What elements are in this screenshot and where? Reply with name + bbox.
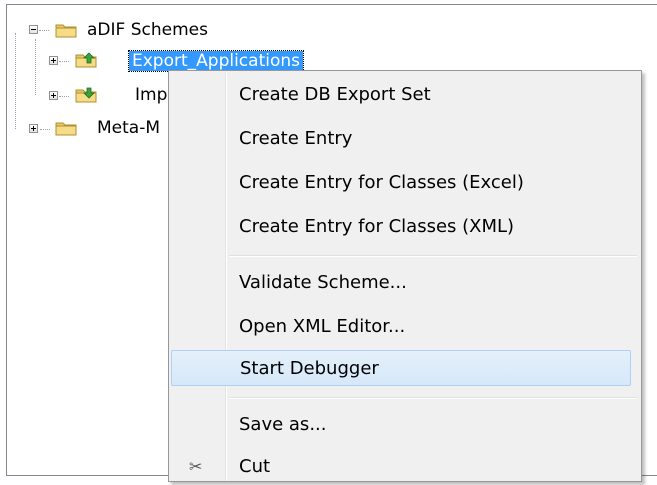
cut-icon: ✂ xyxy=(189,457,203,476)
tree-connector xyxy=(59,96,69,97)
tree-item-adif-schemes[interactable]: aDIF Schemes xyxy=(87,20,208,40)
folder-icon xyxy=(55,122,77,136)
menu-item-open-xml-editor[interactable]: Open XML Editor... xyxy=(171,309,639,345)
tree-connector xyxy=(40,129,50,130)
menu-item-start-debugger[interactable]: Start Debugger xyxy=(171,350,631,386)
menu-separator xyxy=(229,255,637,257)
menu-item-label: Create Entry for Classes (XML) xyxy=(239,216,515,237)
menu-item-validate-scheme[interactable]: Validate Scheme... xyxy=(171,265,639,301)
tree-expand-toggle[interactable] xyxy=(29,124,38,133)
menu-item-create-entry[interactable]: Create Entry xyxy=(171,121,639,157)
menu-item-create-entry-xml[interactable]: Create Entry for Classes (XML) xyxy=(171,209,639,245)
menu-item-create-db-export-set[interactable]: Create DB Export Set xyxy=(171,77,639,113)
folder-icon xyxy=(55,24,77,38)
tree-collapse-toggle[interactable] xyxy=(29,25,38,34)
import-folder-icon xyxy=(75,87,97,103)
tree-connector xyxy=(35,39,36,95)
menu-item-create-entry-excel[interactable]: Create Entry for Classes (Excel) xyxy=(171,165,639,201)
menu-item-label: Save as... xyxy=(239,414,327,435)
tree-connector xyxy=(39,30,49,31)
tree-expand-toggle[interactable] xyxy=(49,91,58,100)
menu-item-label: Create Entry for Classes (Excel) xyxy=(239,172,524,193)
tree-connector xyxy=(15,33,16,129)
menu-item-save-as[interactable]: Save as... xyxy=(171,407,639,443)
menu-item-cut[interactable]: ✂ Cut xyxy=(171,449,639,485)
menu-item-label: Validate Scheme... xyxy=(239,272,407,293)
tree-connector xyxy=(59,61,69,62)
menu-item-label: Create DB Export Set xyxy=(239,84,431,105)
menu-item-label: Cut xyxy=(239,456,271,477)
menu-item-label: Create Entry xyxy=(239,128,353,149)
context-menu: Create DB Export Set Create Entry Create… xyxy=(168,70,642,482)
tree-item-import[interactable]: Imp xyxy=(135,85,167,105)
tree-expand-toggle[interactable] xyxy=(49,56,58,65)
tree-item-meta-model[interactable]: Meta-M xyxy=(97,118,160,138)
menu-separator xyxy=(229,397,637,399)
menu-item-label: Open XML Editor... xyxy=(239,316,406,337)
menu-item-label: Start Debugger xyxy=(240,358,379,379)
tree-item-export-applications[interactable]: Export_Applications xyxy=(128,50,304,72)
export-folder-icon xyxy=(75,52,97,68)
